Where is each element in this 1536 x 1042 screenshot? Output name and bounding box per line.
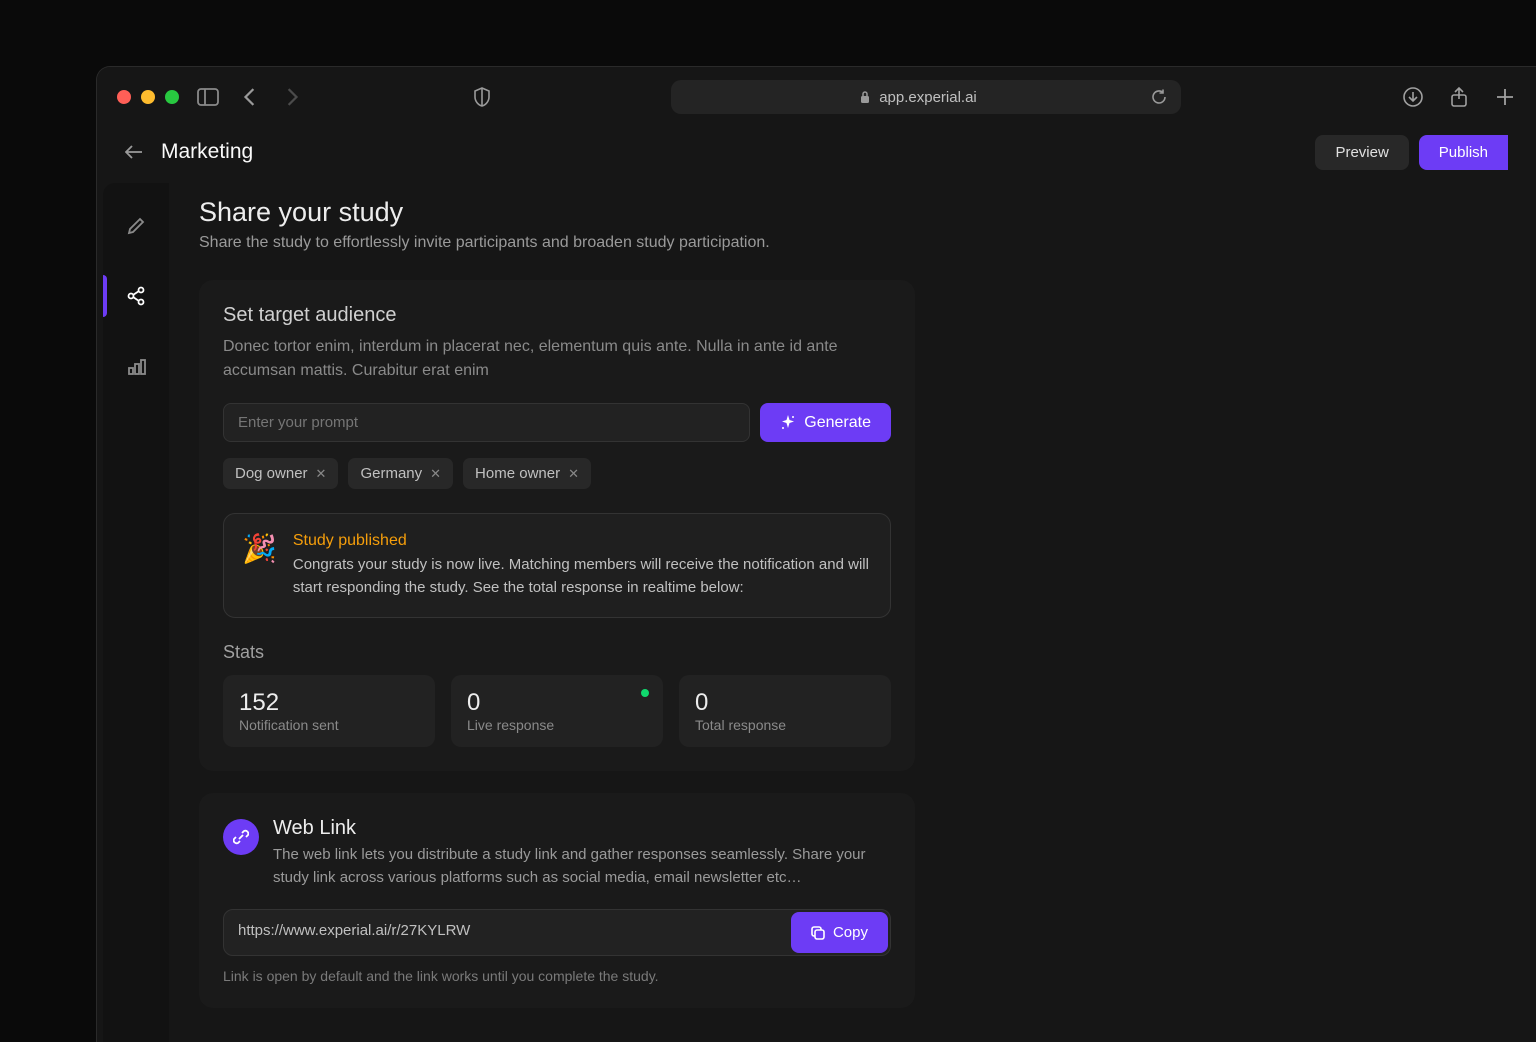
tag-remove-icon[interactable]: ✕ bbox=[430, 466, 441, 482]
tag[interactable]: Germany✕ bbox=[348, 458, 453, 489]
weblink-card: Web Link The web link lets you distribut… bbox=[199, 793, 915, 1008]
audience-title: Set target audience bbox=[223, 304, 891, 327]
publish-button[interactable]: Publish bbox=[1419, 135, 1508, 170]
alert-title: Study published bbox=[293, 532, 872, 550]
sparkle-icon bbox=[780, 415, 796, 431]
copy-icon bbox=[811, 926, 825, 940]
page-title: Share your study bbox=[199, 197, 1506, 228]
forward-icon[interactable] bbox=[281, 86, 303, 108]
lock-icon bbox=[859, 90, 871, 104]
app-header: Marketing Preview Publish bbox=[97, 127, 1536, 177]
alert-body: Congrats your study is now live. Matchin… bbox=[293, 554, 872, 599]
generate-button[interactable]: Generate bbox=[760, 403, 891, 442]
browser-toolbar: app.experial.ai bbox=[97, 67, 1536, 127]
link-note: Link is open by default and the link wor… bbox=[223, 968, 891, 984]
party-icon: 🎉 bbox=[242, 532, 277, 599]
link-box: https://www.experial.ai/r/27KYLRW Copy bbox=[223, 909, 891, 956]
prompt-input[interactable] bbox=[223, 403, 750, 442]
preview-button[interactable]: Preview bbox=[1315, 135, 1408, 170]
stat-notifications: 152 Notification sent bbox=[223, 675, 435, 747]
link-url[interactable]: https://www.experial.ai/r/27KYLRW bbox=[224, 910, 789, 955]
window-minimize-button[interactable] bbox=[141, 90, 155, 104]
live-indicator-icon bbox=[641, 689, 649, 697]
stat-total-response: 0 Total response bbox=[679, 675, 891, 747]
audience-card: Set target audience Donec tortor enim, i… bbox=[199, 280, 915, 771]
url-text: app.experial.ai bbox=[879, 89, 977, 106]
downloads-icon[interactable] bbox=[1402, 86, 1424, 108]
share-icon[interactable] bbox=[1448, 86, 1470, 108]
sidebar-item-share[interactable] bbox=[115, 275, 157, 317]
new-tab-icon[interactable] bbox=[1494, 86, 1516, 108]
link-icon bbox=[223, 819, 259, 855]
page-subtitle: Share the study to effortlessly invite p… bbox=[199, 234, 1506, 252]
browser-window: app.experial.ai Marketing Preview Pub bbox=[96, 66, 1536, 1042]
tag[interactable]: Dog owner✕ bbox=[223, 458, 338, 489]
back-button[interactable] bbox=[125, 145, 143, 159]
sidebar-item-edit[interactable] bbox=[115, 205, 157, 247]
reload-icon[interactable] bbox=[1151, 89, 1167, 105]
back-icon[interactable] bbox=[239, 86, 261, 108]
tag[interactable]: Home owner✕ bbox=[463, 458, 591, 489]
tag-remove-icon[interactable]: ✕ bbox=[568, 466, 579, 482]
stats-heading: Stats bbox=[223, 642, 891, 663]
tag-remove-icon[interactable]: ✕ bbox=[316, 466, 327, 482]
window-maximize-button[interactable] bbox=[165, 90, 179, 104]
sidebar bbox=[103, 183, 169, 1042]
url-bar[interactable]: app.experial.ai bbox=[671, 80, 1181, 114]
sidebar-toggle-icon[interactable] bbox=[197, 86, 219, 108]
published-alert: 🎉 Study published Congrats your study is… bbox=[223, 513, 891, 618]
weblink-title: Web Link bbox=[273, 817, 891, 840]
stat-live-response: 0 Live response bbox=[451, 675, 663, 747]
sidebar-item-analytics[interactable] bbox=[115, 345, 157, 387]
tag-list: Dog owner✕ Germany✕ Home owner✕ bbox=[223, 458, 891, 489]
weblink-desc: The web link lets you distribute a study… bbox=[273, 844, 891, 889]
shield-icon[interactable] bbox=[471, 86, 493, 108]
window-close-button[interactable] bbox=[117, 90, 131, 104]
copy-button[interactable]: Copy bbox=[791, 912, 888, 953]
page-breadcrumb: Marketing bbox=[161, 140, 253, 164]
audience-desc: Donec tortor enim, interdum in placerat … bbox=[223, 335, 891, 383]
